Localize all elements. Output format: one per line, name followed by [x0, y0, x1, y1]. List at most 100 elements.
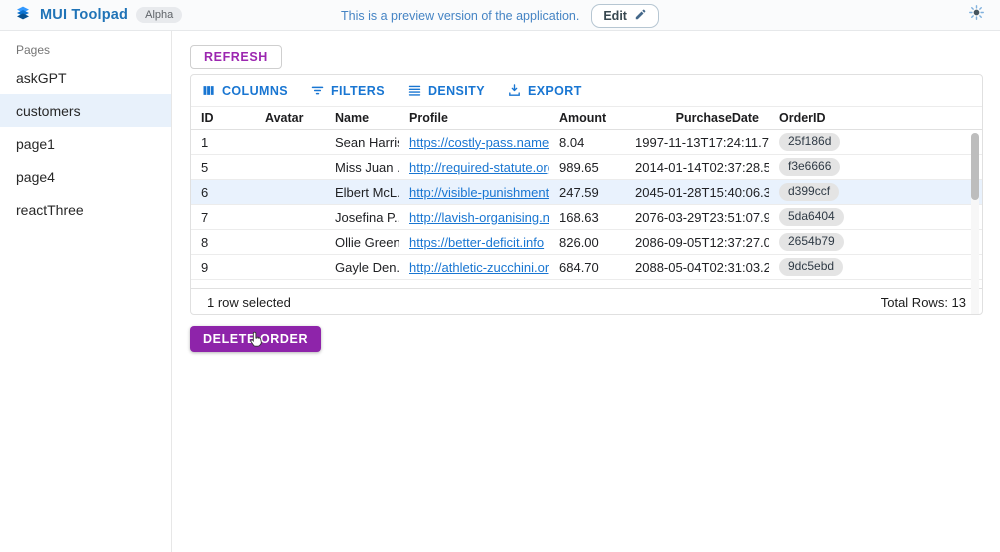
app-window: MUI Toolpad Alpha This is a preview vers… [0, 0, 1000, 552]
cell-purchasedate: 2088-05-04T02:31:03.294Z [625, 260, 769, 275]
profile-link[interactable]: https://costly-pass.name [409, 135, 549, 150]
profile-link[interactable]: http://athletic-zucchini.org [409, 260, 549, 275]
refresh-button[interactable]: REFRESH [190, 45, 282, 69]
sidebar-item-askgpt[interactable]: askGPT [0, 61, 171, 94]
cell-purchasedate: 2076-03-29T23:51:07.968Z [625, 210, 769, 225]
orderid-chip: d399ccf [779, 183, 839, 201]
cell-amount: 8.04 [549, 135, 625, 150]
density-button[interactable]: DENSITY [407, 83, 485, 98]
table-row-selected[interactable]: 6 Elbert McL... http://visible-punishmen… [191, 180, 982, 205]
grid-header-row: ID Avatar Name Profile Amount PurchaseDa… [191, 106, 982, 130]
column-header-id[interactable]: ID [191, 111, 255, 125]
profile-link[interactable]: http://visible-punishment.net [409, 185, 549, 200]
filters-button[interactable]: FILTERS [310, 83, 385, 98]
sidebar-item-page4[interactable]: page4 [0, 160, 171, 193]
export-icon [507, 83, 522, 98]
profile-link[interactable]: https://better-deficit.info [409, 235, 544, 250]
sidebar-item-label: askGPT [16, 70, 67, 86]
columns-button-label: COLUMNS [222, 84, 288, 98]
brand: MUI Toolpad Alpha [14, 4, 182, 27]
filters-button-label: FILTERS [331, 84, 385, 98]
sidebar-item-customers[interactable]: customers [0, 94, 171, 127]
cell-profile: http://visible-punishment.net [399, 185, 549, 200]
edit-button[interactable]: Edit [591, 4, 659, 28]
cell-amount: 684.70 [549, 260, 625, 275]
filter-icon [310, 83, 325, 98]
cell-orderid: f3e6666 [769, 158, 982, 176]
profile-link[interactable]: http://required-statute.org [409, 160, 549, 175]
sidebar-item-reactthree[interactable]: reactThree [0, 193, 171, 226]
cell-name: Miss Juan ... [325, 160, 399, 175]
vertical-scrollbar-thumb[interactable] [971, 133, 979, 200]
cell-profile: https://costly-pass.name [399, 135, 549, 150]
orderid-chip: 5da6404 [779, 208, 844, 226]
data-grid: COLUMNS FILTERS DE [190, 74, 983, 315]
columns-button[interactable]: COLUMNS [201, 83, 288, 98]
sidebar-item-label: customers [16, 103, 81, 119]
cell-purchasedate: 2014-01-14T02:37:28.536Z [625, 160, 769, 175]
sidebar-item-label: page4 [16, 169, 55, 185]
column-header-name[interactable]: Name [325, 111, 399, 125]
grid-empty-space [191, 280, 982, 288]
table-row[interactable]: 1 Sean Harris https://costly-pass.name 8… [191, 130, 982, 155]
total-rows-text: Total Rows: 13 [881, 295, 966, 310]
table-row[interactable]: 5 Miss Juan ... http://required-statute.… [191, 155, 982, 180]
theme-toggle-button[interactable] [966, 5, 986, 25]
main-content: REFRESH COLUMNS [172, 31, 1000, 552]
sidebar: Pages askGPT customers page1 page4 react… [0, 31, 172, 552]
grid-toolbar: COLUMNS FILTERS DE [191, 75, 982, 106]
orderid-chip: f3e6666 [779, 158, 840, 176]
cell-purchasedate: 2045-01-28T15:40:06.325Z [625, 185, 769, 200]
table-row[interactable]: 8 Ollie Green... https://better-deficit.… [191, 230, 982, 255]
column-header-purchasedate[interactable]: PurchaseDate [625, 111, 769, 125]
sidebar-item-label: reactThree [16, 202, 84, 218]
edit-button-label: Edit [603, 9, 627, 23]
sun-icon [968, 4, 985, 26]
cell-purchasedate: 1997-11-13T17:24:11.769Z [625, 135, 769, 150]
cell-amount: 168.63 [549, 210, 625, 225]
column-header-avatar[interactable]: Avatar [255, 111, 325, 125]
table-row[interactable]: 9 Gayle Den... http://athletic-zucchini.… [191, 255, 982, 280]
export-button[interactable]: EXPORT [507, 83, 582, 98]
orderid-chip: 9dc5ebd [779, 258, 843, 276]
cell-amount: 989.65 [549, 160, 625, 175]
cell-name: Josefina P... [325, 210, 399, 225]
density-icon [407, 83, 422, 98]
table-row[interactable]: 7 Josefina P... http://lavish-organising… [191, 205, 982, 230]
cell-profile: http://required-statute.org [399, 160, 549, 175]
sidebar-item-label: page1 [16, 136, 55, 152]
cell-amount: 826.00 [549, 235, 625, 250]
preview-banner-text: This is a preview version of the applica… [341, 9, 579, 23]
cell-name: Ollie Green... [325, 235, 399, 250]
cell-amount: 247.59 [549, 185, 625, 200]
orderid-chip: 2654b79 [779, 233, 844, 251]
density-button-label: DENSITY [428, 84, 485, 98]
cell-orderid: 5da6404 [769, 208, 982, 226]
profile-link[interactable]: http://lavish-organising.name [409, 210, 549, 225]
pencil-icon [634, 8, 647, 24]
cell-name: Sean Harris [325, 135, 399, 150]
column-header-amount[interactable]: Amount [549, 111, 625, 125]
cell-orderid: 9dc5ebd [769, 258, 982, 276]
cell-profile: http://athletic-zucchini.org [399, 260, 549, 275]
rows-selected-text: 1 row selected [207, 295, 291, 310]
cell-name: Gayle Den... [325, 260, 399, 275]
cell-id: 8 [191, 235, 255, 250]
cell-profile: https://better-deficit.info [399, 235, 549, 250]
columns-icon [201, 83, 216, 98]
cell-profile: http://lavish-organising.name [399, 210, 549, 225]
alpha-badge: Alpha [136, 7, 182, 23]
sidebar-item-page1[interactable]: page1 [0, 127, 171, 160]
cell-orderid: 2654b79 [769, 233, 982, 251]
vertical-scrollbar-track[interactable] [971, 133, 979, 315]
toolpad-logo-icon [14, 4, 32, 27]
column-header-profile[interactable]: Profile [399, 111, 549, 125]
top-header: MUI Toolpad Alpha This is a preview vers… [0, 0, 1000, 31]
app-title: MUI Toolpad [40, 7, 128, 23]
export-button-label: EXPORT [528, 84, 582, 98]
cell-id: 5 [191, 160, 255, 175]
column-header-orderid[interactable]: OrderID [769, 111, 982, 125]
cell-id: 9 [191, 260, 255, 275]
delete-order-button[interactable]: DELETE ORDER [190, 326, 321, 352]
cell-id: 1 [191, 135, 255, 150]
